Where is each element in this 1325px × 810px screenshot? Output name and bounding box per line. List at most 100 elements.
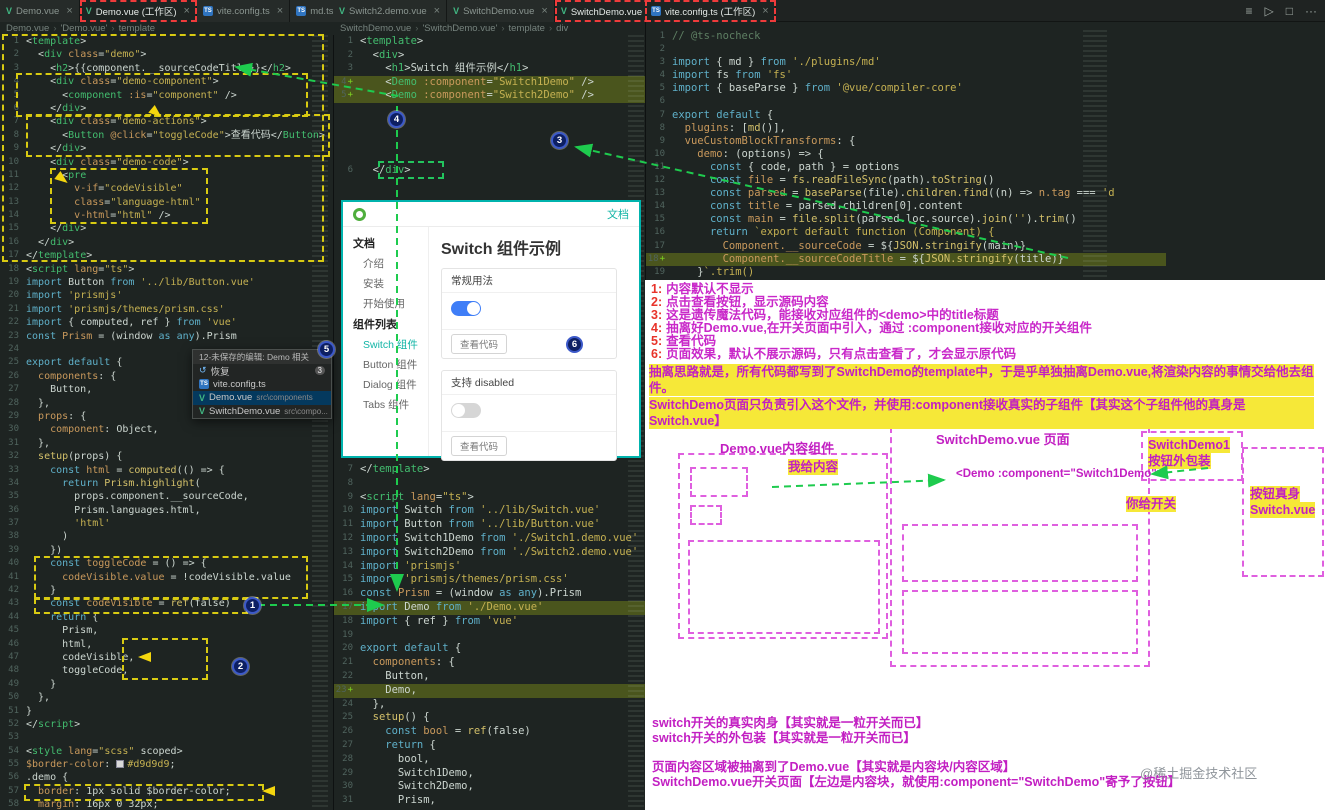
code-line[interactable]: 12 v-if="codeVisible": [0, 182, 317, 195]
code-area-switchdemo-line6[interactable]: 6 </div>: [334, 164, 645, 178]
code-line[interactable]: 14 v-html="html" />: [0, 209, 317, 222]
code-line[interactable]: 4 <div class="demo-component">: [0, 75, 317, 88]
popup-item[interactable]: TS vite.config.ts: [193, 378, 331, 392]
code-line[interactable]: 31 Prism,: [334, 794, 645, 808]
popup-item[interactable]: ↺ 恢复 3: [193, 364, 331, 378]
docs-link[interactable]: 文档: [607, 206, 629, 222]
code-line[interactable]: 30 component: Object,: [0, 423, 317, 436]
code-line[interactable]: 53: [0, 731, 317, 744]
sidebar-item[interactable]: Switch 组件: [343, 334, 428, 354]
code-line[interactable]: 14 import 'prismjs': [334, 560, 645, 574]
code-line[interactable]: 29 Switch1Demo,: [334, 767, 645, 781]
code-line[interactable]: 3 <h2>{{component.__sourceCodeTitle}}</h…: [0, 62, 317, 75]
code-line[interactable]: 47 codeVisible,: [0, 651, 317, 664]
sidebar-item[interactable]: 开始使用: [343, 293, 428, 313]
code-line[interactable]: 7 </template>: [334, 463, 645, 477]
code-line[interactable]: 36 Prism.languages.html,: [0, 504, 317, 517]
editor-pane-demo-vue[interactable]: 1 <template> 2 <div class="demo"> 3 <h2>{{c…: [0, 35, 333, 810]
breadcrumb-item[interactable]: SwitchDemo.vue: [340, 23, 411, 34]
tab[interactable]: TS vite.config.ts ×: [196, 0, 291, 22]
sidebar-item[interactable]: Dialog 组件: [343, 374, 428, 394]
code-line[interactable]: 15 import 'prismjs/themes/prism.css': [334, 573, 645, 587]
code-line[interactable]: 43 const codeVisible = ref(false): [0, 597, 317, 610]
code-line[interactable]: 58 margin: 16px 0 32px;: [0, 798, 317, 810]
code-line[interactable]: 18 import { ref } from 'vue': [334, 615, 645, 629]
code-line[interactable]: 34 return Prism.highlight(: [0, 477, 317, 490]
code-line[interactable]: 50 },: [0, 691, 317, 704]
code-line[interactable]: 10 import Switch from '../lib/Switch.vue': [334, 504, 645, 518]
code-line[interactable]: 21 components: {: [334, 656, 645, 670]
editor-action-icon[interactable]: □: [1286, 4, 1293, 18]
code-line[interactable]: 5 <component :is="component" />: [0, 89, 317, 102]
close-tab-icon[interactable]: ×: [277, 5, 283, 17]
code-line[interactable]: 27 return {: [334, 739, 645, 753]
code-line[interactable]: 9 <script lang="ts">: [334, 491, 645, 505]
view-code-button[interactable]: 查看代码: [451, 334, 508, 354]
code-line[interactable]: 5+ <Demo :component="Switch2Demo" />: [334, 89, 645, 103]
site-logo-icon[interactable]: [353, 207, 366, 221]
code-line[interactable]: 13 import Switch2Demo from './Switch2.dem…: [334, 546, 645, 560]
sidebar-item[interactable]: Button 组件: [343, 354, 428, 374]
code-line[interactable]: 6 </div>: [334, 164, 645, 178]
code-line[interactable]: 18 <script lang="ts">: [0, 263, 317, 276]
code-line[interactable]: 11 import Button from '../lib/Button.vue': [334, 518, 645, 532]
code-line[interactable]: 8: [334, 477, 645, 491]
code-line[interactable]: 52 </script>: [0, 718, 317, 731]
code-line[interactable]: 9 </div>: [0, 142, 317, 155]
sidebar-item[interactable]: Tabs 组件: [343, 394, 428, 414]
sidebar-item[interactable]: 介绍: [343, 253, 428, 273]
code-line[interactable]: 1 <template>: [334, 35, 645, 49]
editor-action-icon[interactable]: ···: [1305, 4, 1317, 18]
code-line[interactable]: 37 'html': [0, 517, 317, 530]
code-line[interactable]: 2 <div>: [334, 49, 645, 63]
code-line[interactable]: 8 <Button @click="toggleCode">查看代码</Butt…: [0, 129, 325, 142]
editor-action-icon[interactable]: ≡: [1246, 4, 1253, 18]
code-line[interactable]: 42 }: [0, 584, 317, 597]
sidebar-item[interactable]: 文档: [343, 232, 428, 253]
code-line[interactable]: 51}: [0, 705, 317, 718]
code-line[interactable]: 23 const Prism = (window as any).Prism: [0, 330, 317, 343]
breadcrumb-switchdemo-vue[interactable]: SwitchDemo.vue › 'SwitchDemo.vue' › template…: [340, 22, 568, 35]
close-tab-icon[interactable]: ×: [66, 5, 72, 17]
tab[interactable]: V Switch2.demo.vue ×: [333, 0, 448, 22]
code-line[interactable]: 23+ Demo,: [334, 683, 645, 698]
code-line[interactable]: 25 setup() {: [334, 711, 645, 725]
close-tab-icon[interactable]: ×: [434, 5, 440, 17]
tab[interactable]: V Demo.vue ×: [0, 0, 80, 22]
breadcrumb-demo-vue[interactable]: Demo.vue › 'Demo.vue' › template: [6, 22, 155, 35]
code-line[interactable]: 33 const html = computed(() => {: [0, 464, 317, 477]
code-line[interactable]: 16 </div>: [0, 236, 317, 249]
tab[interactable]: TS vite.config.ts (工作区) ×: [645, 0, 776, 22]
code-line[interactable]: 17 import Demo from './Demo.vue': [334, 600, 645, 615]
code-line[interactable]: 22 Button,: [334, 670, 645, 684]
code-line[interactable]: 1 <template>: [0, 35, 317, 48]
code-line[interactable]: 32 setup(props) {: [0, 450, 317, 463]
code-line[interactable]: 12 import Switch1Demo from './Switch1.dem…: [334, 532, 645, 546]
code-line[interactable]: 20 import 'prismjs': [0, 289, 317, 302]
code-line[interactable]: 35 props.component.__sourceCode,: [0, 490, 317, 503]
code-line[interactable]: 41 codeVisible.value = !codeVisible.valu…: [0, 571, 317, 584]
code-line[interactable]: 2 <div class="demo">: [0, 48, 317, 61]
code-line[interactable]: 24 },: [334, 698, 645, 712]
code-line[interactable]: 55 $border-color: #d9d9d9;: [0, 758, 317, 771]
popup-item[interactable]: V Demo.vue src\components: [193, 391, 331, 405]
code-area-demo-vue[interactable]: 1 <template> 2 <div class="demo"> 3 <h2>{{c…: [0, 35, 325, 810]
code-line[interactable]: 20 export default {: [334, 642, 645, 656]
code-line[interactable]: 30 Switch2Demo,: [334, 780, 645, 794]
breadcrumb-item[interactable]: div: [556, 23, 568, 34]
editor-pane-vite-config[interactable]: 1// @ts-nocheck 2 3 import { md } from './p…: [645, 22, 1325, 280]
sidebar-item[interactable]: 安装: [343, 273, 428, 293]
sidebar-item[interactable]: 组件列表: [343, 313, 428, 334]
code-line[interactable]: 44 return {: [0, 611, 317, 624]
code-line[interactable]: 21 import 'prismjs/themes/prism.css': [0, 303, 317, 316]
minimap[interactable]: [312, 35, 328, 810]
tab[interactable]: V Demo.vue (工作区) ×: [79, 0, 197, 22]
switch-toggle-off[interactable]: [451, 403, 481, 418]
code-line[interactable]: 15 </div>: [0, 222, 317, 235]
editor-action-icon[interactable]: ▷: [1265, 4, 1274, 18]
code-line[interactable]: 19 import Button from '../lib/Button.vue': [0, 276, 317, 289]
breadcrumb-item[interactable]: template: [119, 23, 155, 34]
code-line[interactable]: 22 import { computed, ref } from 'vue': [0, 316, 317, 329]
code-line[interactable]: 46 html,: [0, 638, 317, 651]
code-line[interactable]: 39 }): [0, 544, 317, 557]
